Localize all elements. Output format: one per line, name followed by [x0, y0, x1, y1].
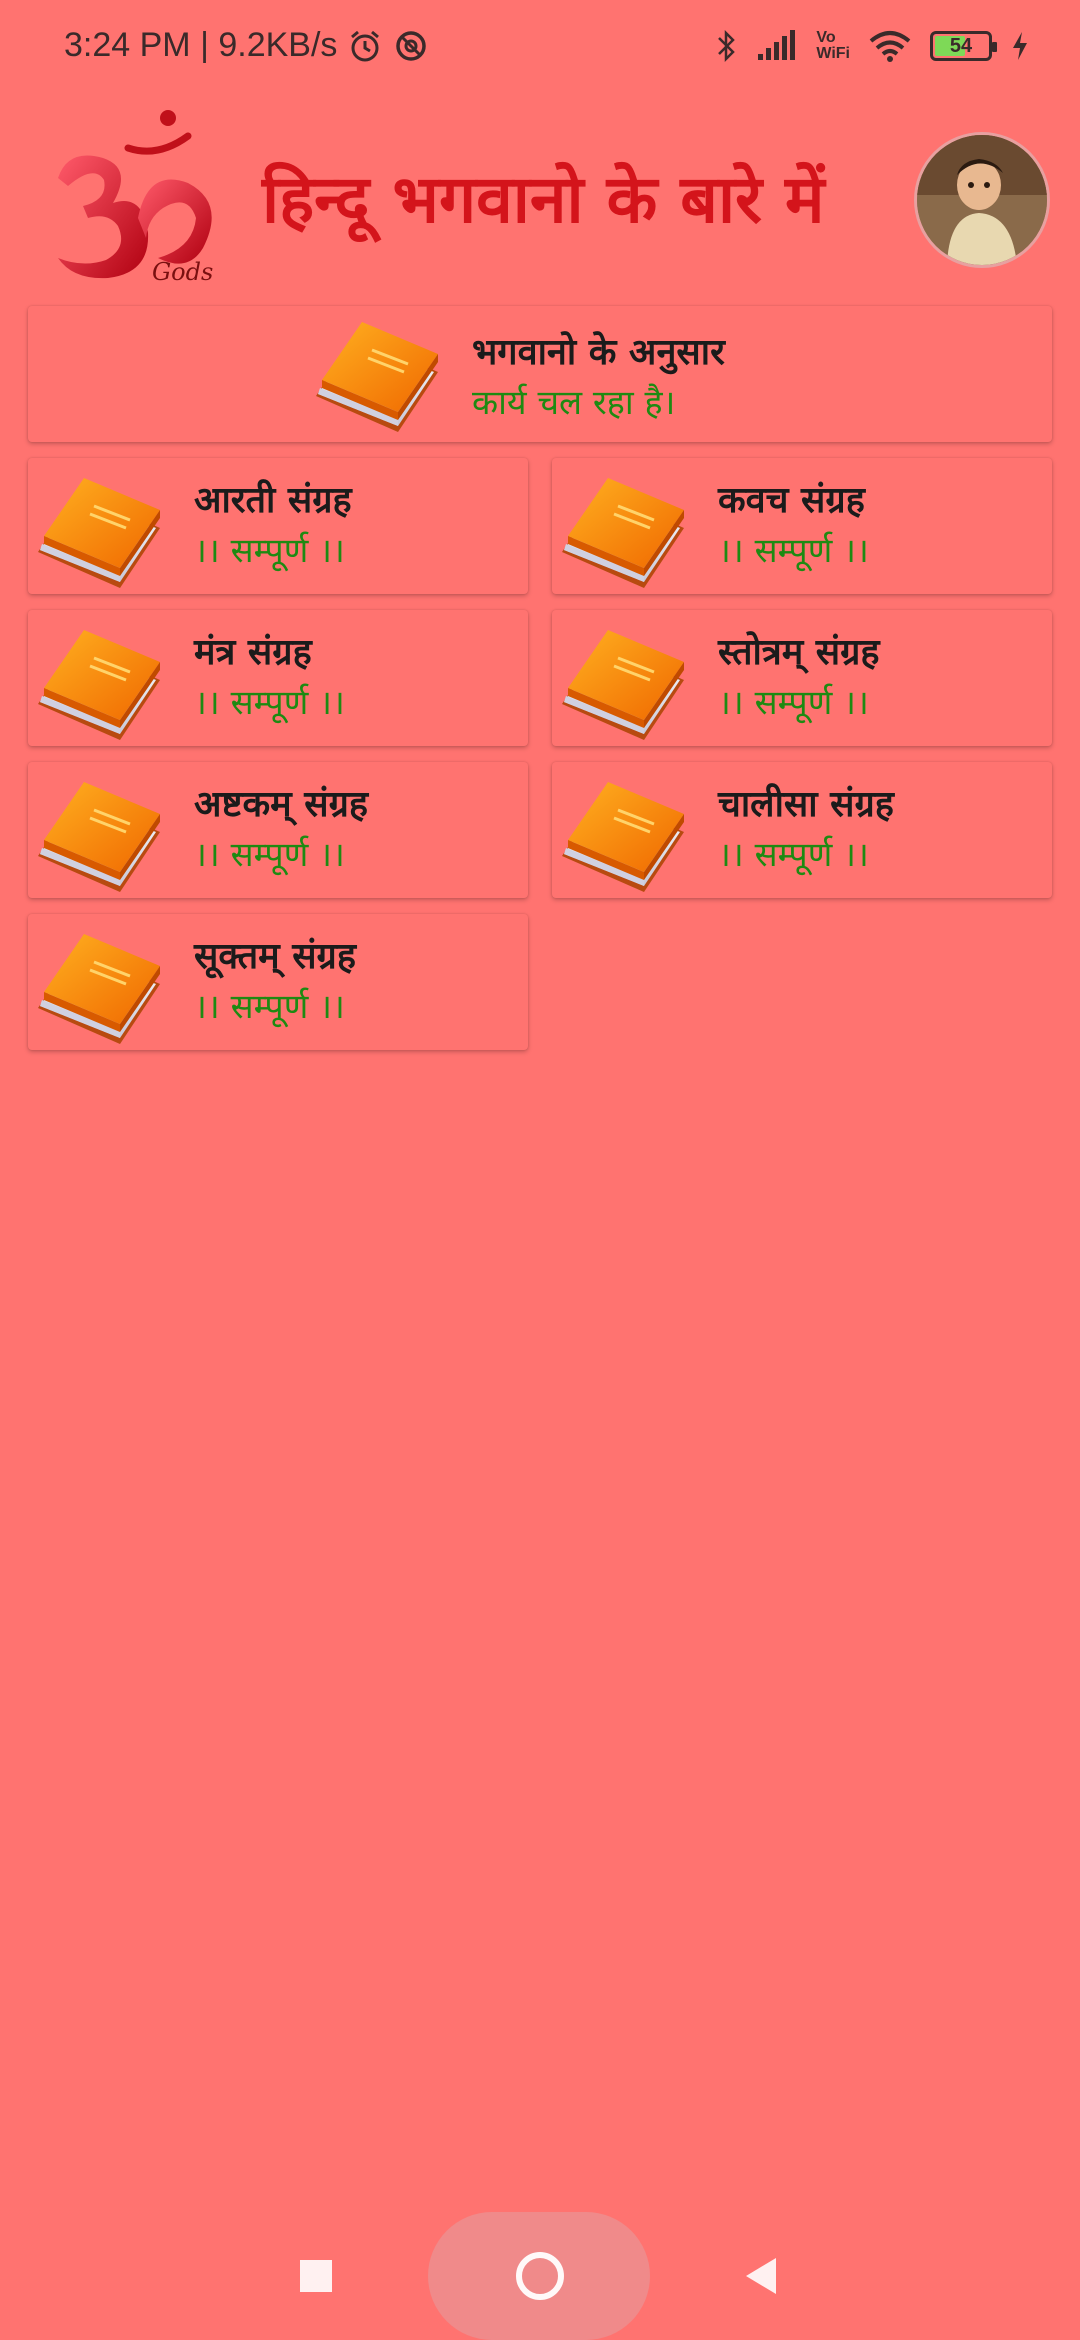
book-icon [32, 926, 166, 1046]
item-status: ।। सम्पूर्ण ।। [718, 531, 869, 571]
navigation-bar [0, 2200, 1080, 2340]
book-icon [556, 470, 690, 590]
data-saver-icon [396, 30, 427, 61]
battery-level: 54 [949, 34, 973, 57]
logo-caption: Gods [152, 258, 214, 286]
app-header: Gods हिन्दू भगवानो के बारे में [0, 100, 1080, 300]
item-title: कवच संग्रह [718, 480, 865, 521]
status-bar: 3:24 PM | 9.2KB/s Vo WiFi 54 [0, 0, 1080, 100]
featured-card[interactable]: भगवानो के अनुसार कार्य चल रहा है। [28, 306, 1052, 442]
item-title: सूक्तम् संग्रह [194, 936, 356, 977]
app-title: हिन्दू भगवानो के बारे में [262, 161, 825, 238]
item-status: ।। सम्पूर्ण ।। [194, 531, 345, 571]
item-card-suktam[interactable]: सूक्तम् संग्रह ।। सम्पूर्ण ।। [28, 914, 528, 1050]
featured-title: भगवानो के अनुसार [472, 332, 725, 373]
bluetooth-icon [718, 29, 736, 63]
avatar[interactable] [914, 132, 1050, 268]
book-icon [556, 622, 690, 742]
item-title: आरती संग्रह [194, 480, 352, 521]
item-card-stotram[interactable]: स्तोत्रम् संग्रह ।। सम्पूर्ण ।। [552, 610, 1052, 746]
item-card-kavach[interactable]: कवच संग्रह ।। सम्पूर्ण ।। [552, 458, 1052, 594]
item-status: ।। सम्पूर्ण ।। [718, 683, 869, 723]
book-icon [32, 622, 166, 742]
item-title: चालीसा संग्रह [718, 784, 894, 825]
book-icon [32, 774, 166, 894]
item-status: ।। सम्पूर्ण ।। [718, 835, 869, 875]
item-status: ।। सम्पूर्ण ।। [194, 683, 345, 723]
om-logo: Gods [28, 108, 228, 298]
item-status: ।। सम्पूर्ण ।। [194, 987, 345, 1027]
item-title: स्तोत्रम् संग्रह [718, 632, 880, 673]
item-card-chalisa[interactable]: चालीसा संग्रह ।। सम्पूर्ण ।। [552, 762, 1052, 898]
avatar-photo [917, 135, 1047, 265]
recents-icon[interactable] [296, 2256, 336, 2296]
home-icon[interactable] [513, 2249, 567, 2303]
vowifi-icon: Vo WiFi [816, 29, 850, 62]
alarm-icon [351, 30, 380, 61]
book-icon [556, 774, 690, 894]
status-left: 3:24 PM | 9.2KB/s [64, 26, 429, 65]
item-status: ।। सम्पूर्ण ।। [194, 835, 345, 875]
book-icon [310, 314, 444, 434]
status-right: Vo WiFi 54 [716, 28, 1030, 64]
item-title: मंत्र संग्रह [194, 632, 312, 673]
item-title: अष्टकम् संग्रह [194, 784, 368, 825]
item-card-ashtakam[interactable]: अष्टकम् संग्रह ।। सम्पूर्ण ।। [28, 762, 528, 898]
item-card-mantra[interactable]: मंत्र संग्रह ।। सम्पूर्ण ।। [28, 610, 528, 746]
status-time-speed: 3:24 PM | 9.2KB/s [64, 26, 338, 64]
battery-icon: 54 [930, 31, 997, 61]
wifi-icon [869, 31, 911, 62]
back-icon[interactable] [740, 2254, 780, 2298]
featured-status: कार्य चल रहा है। [472, 383, 676, 423]
charging-icon [1013, 32, 1027, 60]
book-icon [32, 470, 166, 590]
item-card-aarti[interactable]: आरती संग्रह ।। सम्पूर्ण ।। [28, 458, 528, 594]
signal-icon [758, 30, 796, 60]
